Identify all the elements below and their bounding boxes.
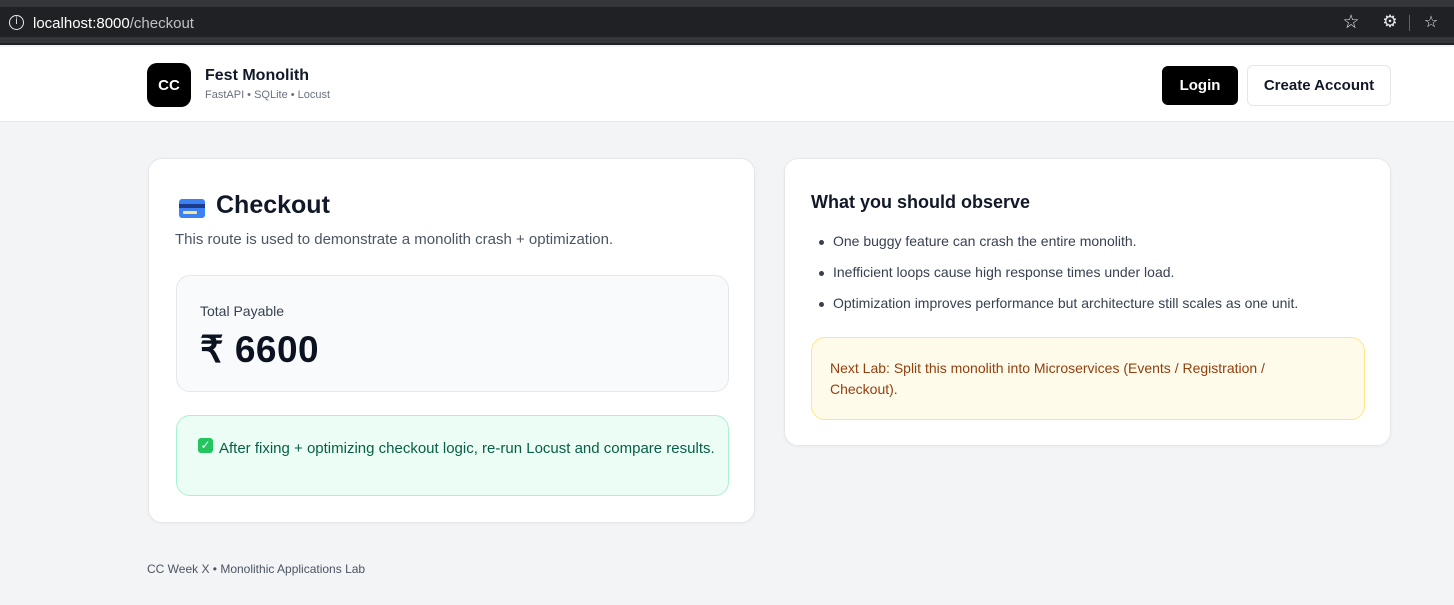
- list-item: Inefficient loops cause high response ti…: [819, 264, 1298, 295]
- list-item: Optimization improves performance but ar…: [819, 295, 1298, 326]
- logo[interactable]: CC: [147, 63, 191, 107]
- extensions-icon[interactable]: ⚙: [1380, 11, 1400, 33]
- url-path: /checkout: [129, 15, 194, 32]
- url-text[interactable]: localhost:8000/checkout: [33, 15, 194, 32]
- app-header: CC Fest Monolith FastAPI • SQLite • Locu…: [0, 47, 1454, 122]
- observe-card: What you should observe One buggy featur…: [784, 158, 1391, 446]
- favorites-icon[interactable]: ☆: [1420, 11, 1442, 33]
- checkout-heading: Checkout: [179, 191, 330, 220]
- observe-title: What you should observe: [811, 192, 1031, 212]
- total-payable-label: Total Payable: [200, 303, 285, 319]
- total-payable-box: Total Payable ₹ 6600: [176, 275, 729, 392]
- brand-subtitle: FastAPI • SQLite • Locust: [205, 89, 331, 101]
- credit-card-icon: [179, 199, 205, 218]
- create-account-button[interactable]: Create Account: [1247, 65, 1391, 106]
- url-host: localhost:8000: [33, 15, 130, 32]
- toolbar-divider: [1409, 15, 1410, 31]
- login-button[interactable]: Login: [1162, 66, 1238, 105]
- checkout-card: Checkout This route is used to demonstra…: [148, 158, 755, 523]
- star-icon[interactable]: ☆: [1340, 11, 1362, 33]
- list-item: One buggy feature can crash the entire m…: [819, 233, 1298, 264]
- success-message: After fixing + optimizing checkout logic…: [219, 440, 715, 457]
- info-icon[interactable]: i: [9, 15, 24, 30]
- success-alert: ✓ After fixing + optimizing checkout log…: [176, 415, 729, 496]
- browser-toolbar: i localhost:8000/checkout ☆ ⚙ ☆: [0, 0, 1454, 45]
- next-lab-note-text: Next Lab: Split this monolith into Micro…: [830, 360, 1265, 397]
- checkout-title: Checkout: [216, 191, 330, 219]
- checkout-description: This route is used to demonstrate a mono…: [175, 231, 614, 248]
- brand-title: Fest Monolith: [205, 67, 309, 84]
- total-payable-value: ₹ 6600: [200, 329, 320, 370]
- footer-text: CC Week X • Monolithic Applications Lab: [147, 562, 366, 576]
- observe-list: One buggy feature can crash the entire m…: [819, 233, 1298, 326]
- next-lab-note: Next Lab: Split this monolith into Micro…: [811, 337, 1365, 420]
- address-bar[interactable]: i localhost:8000/checkout ☆ ⚙ ☆: [0, 7, 1454, 37]
